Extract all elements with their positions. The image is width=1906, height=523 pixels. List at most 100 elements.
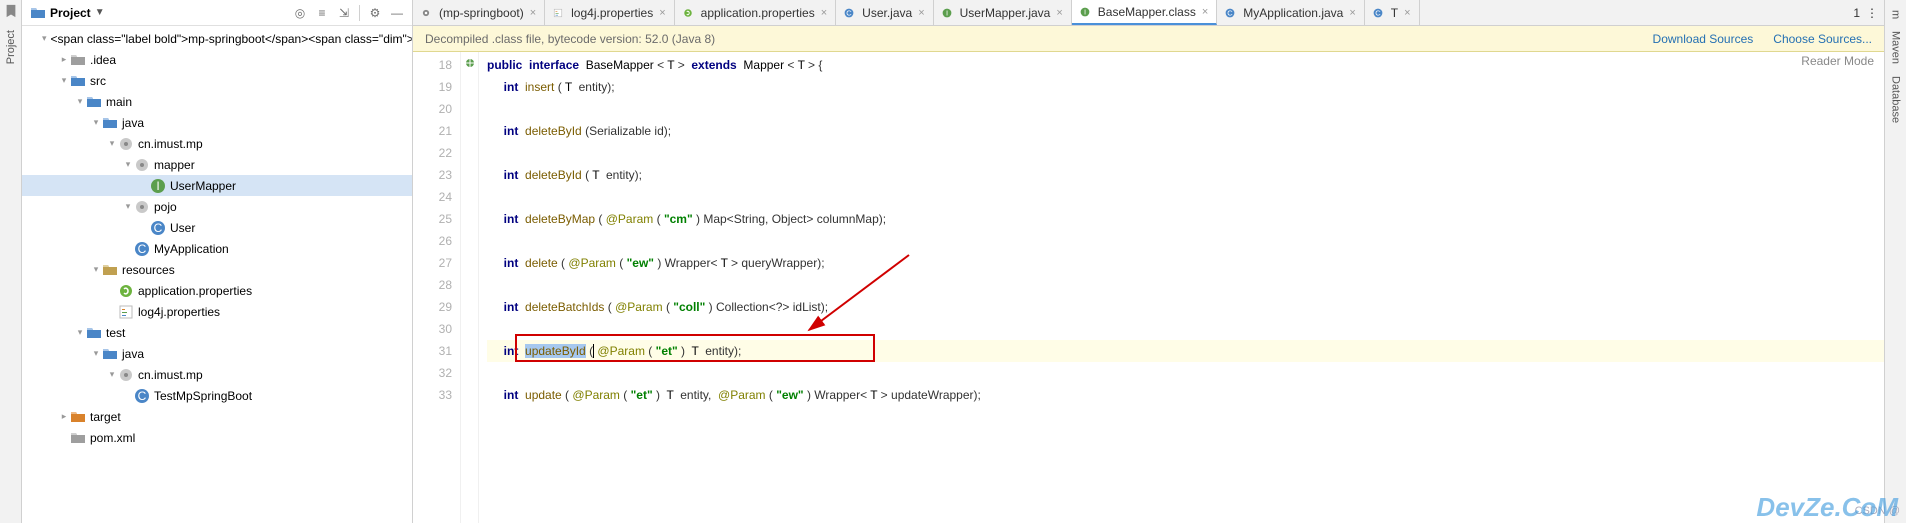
code-line[interactable] [487, 186, 1884, 208]
folder-icon [102, 262, 118, 278]
folder-icon [70, 430, 86, 446]
tree-arrow[interactable]: ▾ [90, 348, 102, 359]
editor-tabs: (mp-springboot)×log4j.properties×applica… [413, 0, 1884, 26]
folder-icon [86, 325, 102, 341]
locate-icon[interactable]: ◎ [289, 2, 311, 24]
idea-folder[interactable]: ▸.idea [22, 49, 412, 70]
myapplication-file[interactable]: CMyApplication [22, 238, 412, 259]
tab-mp[interactable]: (mp-springboot)× [413, 0, 545, 25]
project-tool-button[interactable]: Project [3, 24, 19, 70]
code-line[interactable]: int deleteById ( T entity); [487, 164, 1884, 186]
tree-arrow[interactable]: ▾ [74, 96, 86, 107]
usermapper-file[interactable]: IUserMapper [22, 175, 412, 196]
tree-label: main [106, 95, 132, 109]
tree-label: UserMapper [170, 179, 236, 193]
hide-icon[interactable]: — [386, 2, 408, 24]
test-package[interactable]: ▾cn.imust.mp [22, 364, 412, 385]
download-sources-link[interactable]: Download Sources [1653, 32, 1754, 46]
code-line[interactable]: int delete ( @Param ( "ew" ) Wrapper< T … [487, 252, 1884, 274]
tree-arrow[interactable]: ▸ [58, 54, 70, 65]
tree-label: resources [122, 263, 175, 277]
tree-arrow[interactable]: ▾ [122, 201, 134, 212]
tab-bm[interactable]: IBaseMapper.class× [1072, 0, 1218, 25]
package-mapper[interactable]: ▾mapper [22, 154, 412, 175]
maven-tool-button[interactable]: Maven [1888, 25, 1904, 70]
test-java-folder[interactable]: ▾java [22, 343, 412, 364]
code-line[interactable]: int deleteByMap ( @Param ( "cm" ) Map<St… [487, 208, 1884, 230]
application-properties-file[interactable]: application.properties [22, 280, 412, 301]
close-icon[interactable]: × [1349, 7, 1355, 19]
tab-user[interactable]: CUser.java× [836, 0, 933, 25]
target-folder[interactable]: ▸target [22, 406, 412, 427]
m-tool-button[interactable]: m [1888, 4, 1904, 25]
tree-arrow[interactable]: ▾ [106, 369, 118, 380]
main-folder[interactable]: ▾ main [22, 91, 412, 112]
tab-um[interactable]: IUserMapper.java× [934, 0, 1072, 25]
svg-text:C: C [1375, 8, 1381, 17]
tab-menu-icon[interactable]: ⋮ [1866, 6, 1878, 20]
reader-mode-label[interactable]: Reader Mode [1801, 54, 1874, 68]
choose-sources-link[interactable]: Choose Sources... [1773, 32, 1872, 46]
testmpspringboot-file[interactable]: CTestMpSpringBoot [22, 385, 412, 406]
tree-arrow[interactable]: ▾ [90, 264, 102, 275]
code-line[interactable]: int update ( @Param ( "et" ) T entity, @… [487, 384, 1884, 406]
resources-folder[interactable]: ▾ resources [22, 259, 412, 280]
code-line[interactable]: int deleteBatchIds ( @Param ( "coll" ) C… [487, 296, 1884, 318]
tree-arrow[interactable]: ▾ [42, 33, 47, 44]
svg-text:I: I [946, 8, 948, 17]
tree-arrow[interactable]: ▸ [58, 411, 70, 422]
expand-icon[interactable]: ≡ [311, 2, 333, 24]
project-tree[interactable]: ▾<span class="label bold">mp-springboot<… [22, 26, 412, 523]
code-line[interactable] [487, 230, 1884, 252]
src-folder[interactable]: ▾ src [22, 70, 412, 91]
database-tool-button[interactable]: Database [1888, 70, 1904, 129]
tab-t[interactable]: CT× [1365, 0, 1420, 25]
tree-arrow[interactable]: ▾ [58, 75, 70, 86]
collapse-icon[interactable]: ⇲ [333, 2, 355, 24]
gear-icon[interactable]: ⚙ [364, 2, 386, 24]
close-icon[interactable]: × [1056, 7, 1062, 19]
tab-icon: C [844, 6, 858, 20]
package-pojo[interactable]: ▾pojo [22, 196, 412, 217]
user-file[interactable]: CUser [22, 217, 412, 238]
code-line[interactable]: int insert ( T entity); [487, 76, 1884, 98]
tab-log4j[interactable]: log4j.properties × [545, 0, 675, 25]
tree-label: src [90, 74, 106, 88]
tab-label: log4j.properties [571, 6, 653, 20]
test-folder[interactable]: ▾test [22, 322, 412, 343]
tree-arrow[interactable]: ▾ [122, 159, 134, 170]
code-line[interactable]: public interface BaseMapper < T > extend… [487, 54, 1884, 76]
close-icon[interactable]: × [530, 7, 536, 19]
code-line[interactable] [487, 274, 1884, 296]
tab-app[interactable]: application.properties × [675, 0, 837, 25]
tree-arrow[interactable]: ▾ [90, 117, 102, 128]
line-number: 25 [413, 208, 452, 230]
chevron-down-icon[interactable]: ▼ [95, 7, 105, 18]
tab-label: application.properties [701, 6, 815, 20]
tree-label: pom.xml [90, 431, 135, 445]
project-root[interactable]: ▾<span class="label bold">mp-springboot<… [22, 28, 412, 49]
close-icon[interactable]: × [918, 7, 924, 19]
close-icon[interactable]: × [1202, 6, 1208, 18]
code-line[interactable] [487, 142, 1884, 164]
bookmark-icon[interactable] [4, 4, 18, 18]
code-editor[interactable]: 18192021222324252627282930313233 Reader … [413, 52, 1884, 523]
close-icon[interactable]: × [659, 7, 665, 19]
line-number: 22 [413, 142, 452, 164]
tab-myapp[interactable]: CMyApplication.java× [1217, 0, 1365, 25]
tree-arrow[interactable]: ▾ [74, 327, 86, 338]
tab-icon: I [942, 6, 956, 20]
project-sidebar: Project ▼ ◎ ≡ ⇲ ⚙ — ▾<span class="label … [22, 0, 413, 523]
log4j-properties-file[interactable]: log4j.properties [22, 301, 412, 322]
code-line[interactable] [487, 362, 1884, 384]
code-content[interactable]: Reader Mode public interface BaseMapper … [479, 52, 1884, 523]
overflow-count[interactable]: 1 [1853, 6, 1860, 20]
close-icon[interactable]: × [821, 7, 827, 19]
close-icon[interactable]: × [1404, 7, 1410, 19]
code-line[interactable] [487, 98, 1884, 120]
package-cn-imust-mp[interactable]: ▾cn.imust.mp [22, 133, 412, 154]
code-line[interactable]: int deleteById (Serializable id); [487, 120, 1884, 142]
tree-arrow[interactable]: ▾ [106, 138, 118, 149]
pom-file[interactable]: pom.xml [22, 427, 412, 448]
java-folder[interactable]: ▾java [22, 112, 412, 133]
